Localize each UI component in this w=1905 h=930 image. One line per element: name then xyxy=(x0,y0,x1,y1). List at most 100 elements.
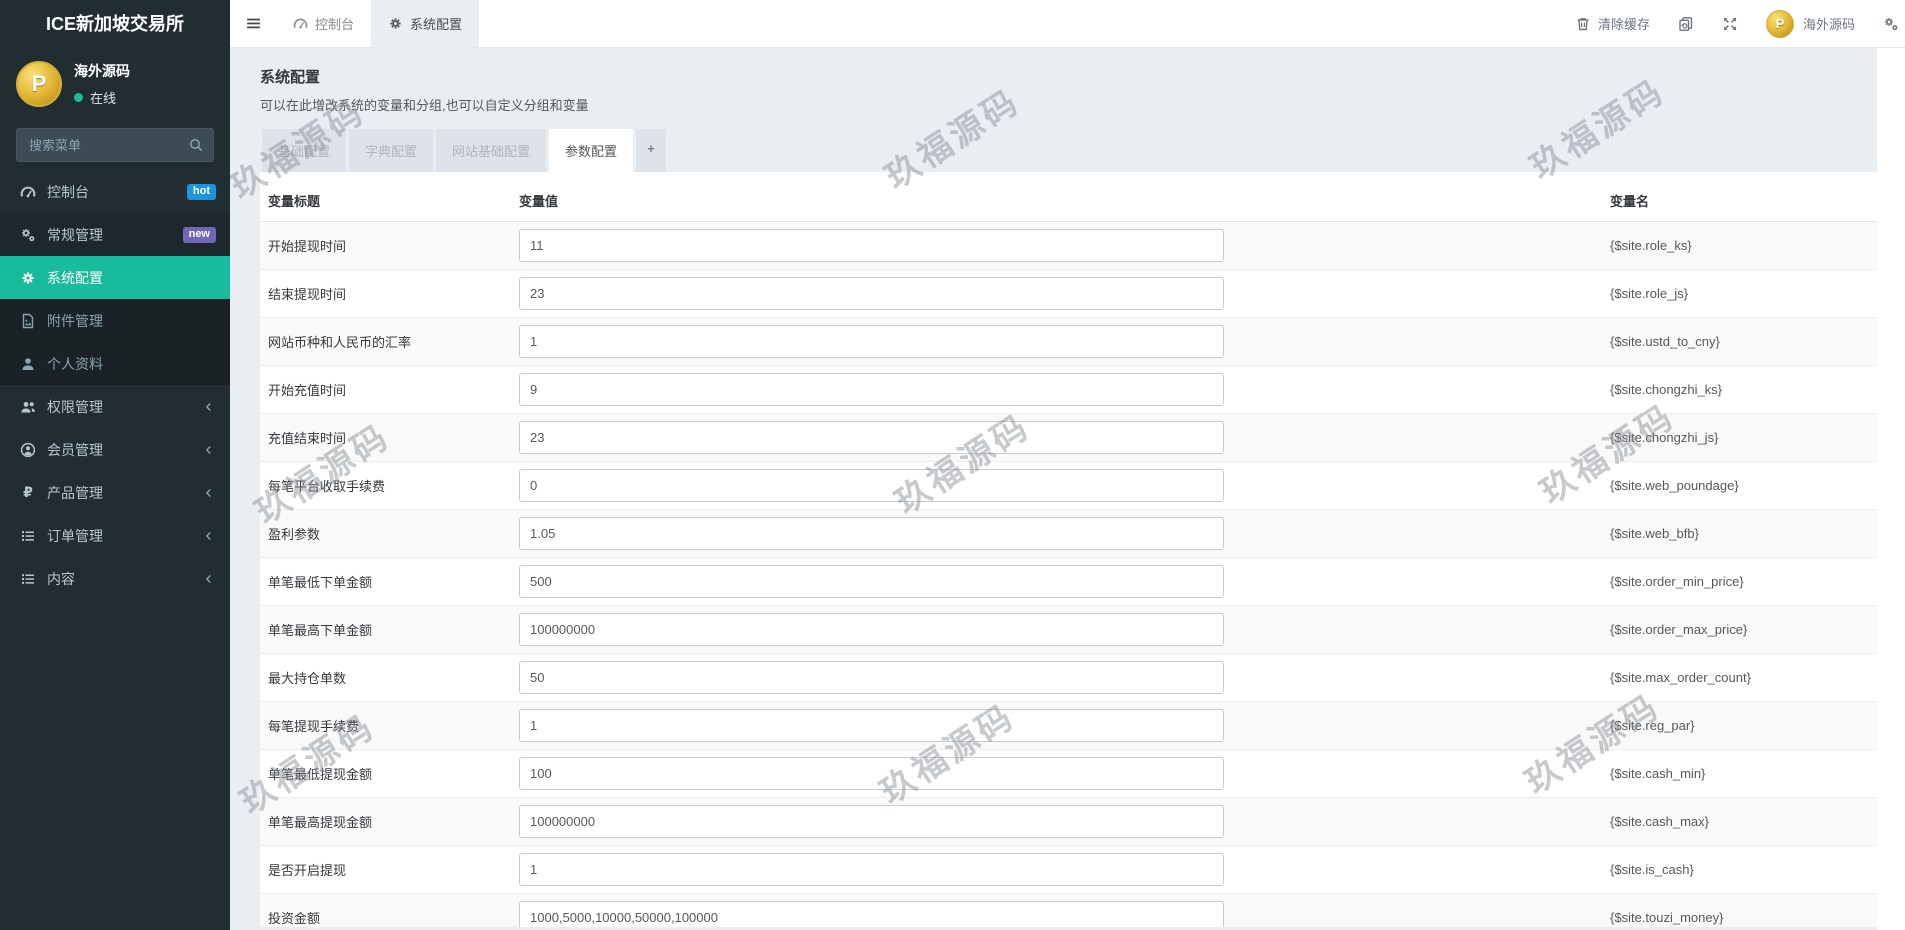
sidebar-item-products[interactable]: ₽ 产品管理 xyxy=(0,471,230,514)
table-row: 单笔最低提现金额 {$site.cash_min} xyxy=(260,750,1877,798)
page-subtitle: 可以在此增改系统的变量和分组,也可以自定义分组和变量 xyxy=(260,98,589,113)
sidebar-item-label: 系统配置 xyxy=(47,269,103,286)
config-tab[interactable]: + xyxy=(636,129,667,172)
sidebar-item-orders[interactable]: 订单管理 xyxy=(0,514,230,557)
user-panel: P 海外源码 在线 xyxy=(0,48,230,118)
gear-icon xyxy=(22,272,34,283)
sidebar-item-label: 常规管理 xyxy=(47,226,103,243)
col-header-title: 变量标题 xyxy=(268,194,321,209)
variable-value-input[interactable] xyxy=(519,421,1224,454)
table-row: 开始充值时间 {$site.chongzhi_ks} xyxy=(260,366,1877,414)
sidebar-item-label: 订单管理 xyxy=(47,527,103,544)
variable-name: {$site.chongzhi_ks} xyxy=(1610,382,1723,397)
table-row: 结束提现时间 {$site.role_js} xyxy=(260,270,1877,318)
table-row: 最大持仓单数 {$site.max_order_count} xyxy=(260,654,1877,702)
main-content: 系统配置 可以在此增改系统的变量和分组,也可以自定义分组和变量 基础配置 字典配… xyxy=(230,48,1877,930)
variable-name: {$site.chongzhi_js} xyxy=(1610,430,1719,445)
variable-title: 网站币种和人民币的汇率 xyxy=(268,335,412,350)
variable-name: {$site.role_js} xyxy=(1610,286,1689,301)
variable-name: {$site.order_max_price} xyxy=(1610,622,1748,637)
topbar-tab-label: 系统配置 xyxy=(410,17,463,32)
variable-name: {$site.order_min_price} xyxy=(1610,574,1744,589)
sidebar-item-profile[interactable]: 个人资料 xyxy=(0,342,230,385)
variable-title: 盈利参数 xyxy=(268,527,321,542)
sidebar-item-general[interactable]: 常规管理 new xyxy=(0,213,230,256)
config-tab[interactable]: 网站基础配置 xyxy=(436,129,547,172)
variable-title: 每笔提现手续费 xyxy=(268,719,360,734)
gauge-icon xyxy=(293,18,308,29)
clear-cache-label: 清除缓存 xyxy=(1597,17,1650,32)
variable-value-input[interactable] xyxy=(519,853,1224,886)
topbar-tab-system-config[interactable]: 系统配置 xyxy=(371,0,480,47)
variable-value-input[interactable] xyxy=(519,229,1224,262)
sidebar-item-content[interactable]: 内容 xyxy=(0,557,230,600)
config-tab-label: 参数配置 xyxy=(565,144,618,159)
variable-name: {$site.reg_par} xyxy=(1610,718,1695,733)
avatar: P xyxy=(1765,9,1794,38)
topbar: 控制台 系统配置 清除缓存 P 海外源码 xyxy=(230,0,1905,48)
variable-value-input[interactable] xyxy=(519,757,1224,790)
clear-cache-button[interactable]: 清除缓存 xyxy=(1575,14,1650,33)
variable-value-input[interactable] xyxy=(519,901,1224,927)
variable-value-input[interactable] xyxy=(519,565,1224,598)
variable-name: {$site.is_cash} xyxy=(1610,862,1694,877)
page-refresh-icon xyxy=(1679,16,1693,31)
table-row: 盈利参数 {$site.web_bfb} xyxy=(260,510,1877,558)
variable-value-input[interactable] xyxy=(519,325,1224,358)
user-icon xyxy=(22,357,34,370)
variable-value-input[interactable] xyxy=(519,709,1224,742)
sidebar-item-label: 产品管理 xyxy=(47,484,103,501)
sidebar-item-label: 控制台 xyxy=(47,183,89,200)
sidebar-item-attachments[interactable]: 附件管理 xyxy=(0,299,230,342)
variable-title: 每笔平台收取手续费 xyxy=(268,479,386,494)
variable-title: 投资金额 xyxy=(268,911,321,926)
config-tab[interactable]: 基础配置 xyxy=(262,129,347,172)
variable-value-input[interactable] xyxy=(519,805,1224,838)
list-icon xyxy=(22,573,34,584)
variable-title: 单笔最低提现金额 xyxy=(268,767,373,782)
sidebar-item-permissions[interactable]: 权限管理 xyxy=(0,385,230,428)
chevron-left-icon xyxy=(205,402,211,411)
config-tab[interactable]: 参数配置 xyxy=(549,129,634,172)
sidebar-item-members[interactable]: 会员管理 xyxy=(0,428,230,471)
refresh-page-button[interactable] xyxy=(1678,16,1694,32)
chevron-left-icon xyxy=(205,488,211,497)
topbar-user-menu[interactable]: P 海外源码 xyxy=(1765,9,1855,38)
topbar-tab-dashboard[interactable]: 控制台 xyxy=(276,0,371,47)
chevron-left-icon xyxy=(205,531,211,540)
variable-name: {$site.max_order_count} xyxy=(1610,670,1751,685)
variable-value-input[interactable] xyxy=(519,661,1224,694)
sidebar-item-label: 个人资料 xyxy=(47,355,103,372)
table-row: 单笔最高下单金额 {$site.order_max_price} xyxy=(260,606,1877,654)
gear-icon xyxy=(390,18,401,29)
hot-badge: hot xyxy=(186,183,216,200)
brand-title: ICE新加坡交易所 xyxy=(0,0,230,48)
variable-value-input[interactable] xyxy=(519,277,1224,310)
variable-value-input[interactable] xyxy=(519,613,1224,646)
sidebar-item-label: 附件管理 xyxy=(47,312,103,329)
fullscreen-button[interactable] xyxy=(1722,16,1738,32)
table-row: 是否开启提现 {$site.is_cash} xyxy=(260,846,1877,894)
variable-value-input[interactable] xyxy=(519,469,1224,502)
sidebar-item-dashboard[interactable]: 控制台 hot xyxy=(0,170,230,213)
config-tab-label: 字典配置 xyxy=(365,144,418,159)
new-badge: new xyxy=(182,226,216,243)
search-input[interactable] xyxy=(16,128,214,162)
col-header-varname: 变量名 xyxy=(1610,194,1650,209)
config-tab-label: + xyxy=(647,141,655,156)
settings-button[interactable] xyxy=(1883,16,1899,32)
variable-title: 单笔最高提现金额 xyxy=(268,815,373,830)
col-header-value: 变量值 xyxy=(519,194,559,209)
ruble-icon: ₽ xyxy=(23,484,33,500)
config-panel: 变量标题 变量值 变量名 开始提现时间 {$site.role_ks} 结束提现… xyxy=(260,172,1877,927)
variable-value-input[interactable] xyxy=(519,373,1224,406)
variable-title: 开始提现时间 xyxy=(268,239,347,254)
config-tab-label: 基础配置 xyxy=(278,144,331,159)
sidebar-toggle-button[interactable] xyxy=(230,0,276,47)
sidebar-item-system-config[interactable]: 系统配置 xyxy=(0,256,230,299)
table-row: 单笔最高提现金额 {$site.cash_max} xyxy=(260,798,1877,846)
variable-value-input[interactable] xyxy=(519,517,1224,550)
list-icon xyxy=(22,530,34,541)
config-tab[interactable]: 字典配置 xyxy=(349,129,434,172)
user-circle-icon xyxy=(20,442,36,457)
